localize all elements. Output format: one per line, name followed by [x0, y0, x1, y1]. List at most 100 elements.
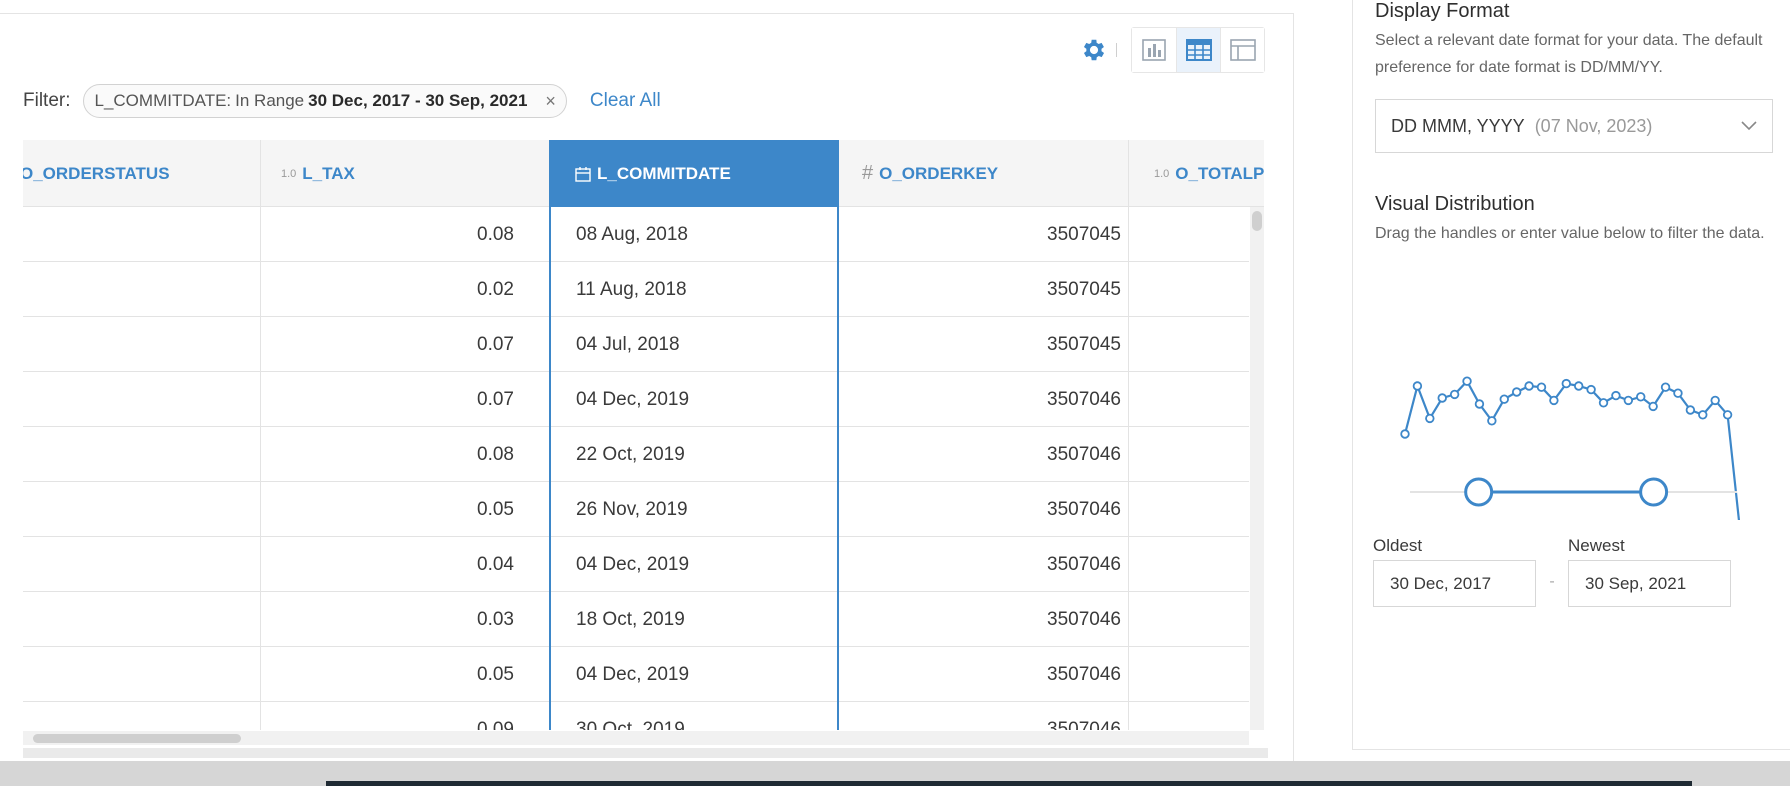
column-header-o-totalprice[interactable]: 1.0 O_TOTALPI [1154, 140, 1264, 207]
distribution-point [1499, 394, 1509, 404]
column-detail-panel: Display Format Select a relevant date fo… [1352, 0, 1790, 750]
distribution-point [1623, 395, 1634, 406]
cell-commitdate: 04 Dec, 2019 [576, 388, 690, 410]
cell-totalprice [1130, 702, 1250, 730]
table-view-icon [1185, 39, 1212, 61]
table-row[interactable]: 0.04 04 Dec, 2019 3507046 [23, 537, 1249, 592]
visual-distribution-title: Visual Distribution [1375, 193, 1535, 215]
table-view-button[interactable] [1176, 28, 1220, 72]
cell-orderstatus [23, 537, 258, 592]
distribution-point [1710, 395, 1720, 406]
range-slider-handle-start[interactable] [1464, 477, 1494, 507]
cell-tax: 0.04 [477, 553, 514, 575]
cell-orderstatus [23, 482, 258, 537]
chart-view-button[interactable] [1132, 28, 1176, 72]
distribution-point [1425, 413, 1435, 424]
gear-icon [1083, 39, 1105, 61]
settings-button[interactable] [1076, 32, 1112, 68]
cell-commitdate: 04 Dec, 2019 [576, 553, 690, 575]
distribution-point [1437, 393, 1447, 403]
cell-tax: 0.05 [477, 663, 514, 685]
view-switcher [1131, 27, 1265, 73]
distribution-point [1561, 378, 1571, 389]
cell-orderstatus [23, 317, 258, 372]
cell-totalprice [1130, 372, 1250, 427]
vertical-scroll-thumb[interactable] [1252, 211, 1262, 231]
table-row[interactable]: 0.02 11 Aug, 2018 3507045 [23, 262, 1249, 317]
hash-type-icon: # [862, 162, 874, 184]
distribution-point [1598, 398, 1609, 408]
column-header-l-commitdate[interactable]: L_COMMITDATE [549, 140, 839, 207]
display-format-description: Select a relevant date format for your d… [1375, 32, 1763, 76]
column-detail-content: Display Format Select a relevant date fo… [1375, 0, 1785, 247]
table-row[interactable]: 0.08 22 Oct, 2019 3507046 [23, 427, 1249, 482]
newest-date-input[interactable] [1568, 560, 1731, 607]
horizontal-scroll-thumb[interactable] [33, 734, 241, 743]
date-format-select[interactable]: DD MMM, YYYY (07 Nov, 2023) [1375, 99, 1773, 153]
distribution-point [1685, 405, 1696, 415]
date-format-example: (07 Nov, 2023) [1534, 115, 1653, 136]
distribution-point [1549, 395, 1559, 406]
cell-tax: 0.07 [477, 388, 514, 410]
distribution-chart[interactable] [1353, 330, 1790, 520]
chart-view-icon [1142, 39, 1166, 61]
window-edge [326, 781, 1692, 786]
grid-footer [23, 748, 1268, 758]
cell-orderkey: 3507046 [1047, 608, 1121, 630]
layout-view-button[interactable] [1220, 28, 1264, 72]
newest-field: Newest [1568, 536, 1731, 607]
table-row[interactable]: 0.08 08 Aug, 2018 3507045 [23, 207, 1249, 262]
distribution-point [1400, 429, 1410, 439]
cell-totalprice [1130, 482, 1250, 537]
cell-orderkey: 3507046 [1047, 718, 1121, 731]
table-row[interactable]: 0.03 18 Oct, 2019 3507046 [23, 592, 1249, 647]
cell-tax: 0.03 [477, 608, 514, 630]
range-separator: - [1549, 573, 1555, 590]
filter-chip-operator: In Range [235, 91, 305, 110]
range-slider-handle-end[interactable] [1639, 477, 1669, 507]
cell-orderstatus [23, 647, 258, 702]
cell-commitdate: 26 Nov, 2019 [576, 498, 688, 520]
filter-chip-value: 30 Dec, 2017 - 30 Sep, 2021 [308, 91, 528, 110]
cell-commitdate: 11 Aug, 2018 [576, 278, 687, 300]
column-divider [1128, 140, 1129, 730]
column-header-l-tax[interactable]: 1.0 L_TAX [281, 140, 571, 207]
cell-totalprice [1130, 427, 1250, 482]
distribution-point [1511, 387, 1522, 397]
oldest-label: Oldest [1373, 536, 1423, 555]
cell-totalprice [1130, 262, 1250, 317]
cell-commitdate: 18 Oct, 2019 [576, 608, 685, 630]
close-icon[interactable]: × [545, 92, 556, 110]
column-header-label: O_ORDERSTATUS [23, 163, 170, 183]
distribution-point [1611, 390, 1621, 401]
clear-all-link[interactable]: Clear All [590, 90, 661, 112]
decimal-type-icon: 1.0 [281, 167, 297, 180]
table-row[interactable]: 0.05 26 Nov, 2019 3507046 [23, 482, 1249, 537]
table-row[interactable]: 0.07 04 Dec, 2019 3507046 [23, 372, 1249, 427]
cell-totalprice [1130, 207, 1250, 262]
filter-label: Filter: [23, 90, 71, 111]
column-header-label: L_TAX [302, 163, 355, 183]
layout-view-icon [1229, 39, 1256, 61]
column-header-o-orderkey[interactable]: # O_ORDERKEY [862, 140, 1152, 207]
table-row[interactable]: 0.09 30 Oct, 2019 3507046 [23, 702, 1250, 731]
distribution-point [1722, 410, 1733, 420]
column-header-label: O_TOTALPI [1175, 163, 1264, 183]
date-format-selected: DD MMM, YYYY [1391, 115, 1525, 136]
view-toolbar [1076, 27, 1265, 73]
cell-commitdate: 30 Oct, 2019 [576, 718, 685, 731]
filter-bar: Filter: L_COMMITDATE: In Range 30 Dec, 2… [23, 84, 661, 118]
distribution-point [1636, 392, 1646, 402]
cell-orderkey: 3507046 [1047, 443, 1121, 465]
oldest-field: Oldest [1373, 536, 1536, 607]
distribution-line [1403, 379, 1741, 520]
table-row[interactable]: 0.05 04 Dec, 2019 3507046 [23, 647, 1249, 702]
oldest-date-input[interactable] [1373, 560, 1536, 607]
table-row[interactable]: 0.07 04 Jul, 2018 3507045 [23, 317, 1249, 372]
cell-orderstatus [23, 592, 258, 647]
filter-chip-commitdate[interactable]: L_COMMITDATE: In Range 30 Dec, 2017 - 30… [82, 84, 567, 118]
cell-orderstatus [23, 262, 258, 317]
cell-orderkey: 3507046 [1047, 663, 1121, 685]
vertical-scrollbar[interactable] [1250, 207, 1264, 730]
column-header-o-orderstatus[interactable]: O_ORDERSTATUS [23, 140, 226, 207]
